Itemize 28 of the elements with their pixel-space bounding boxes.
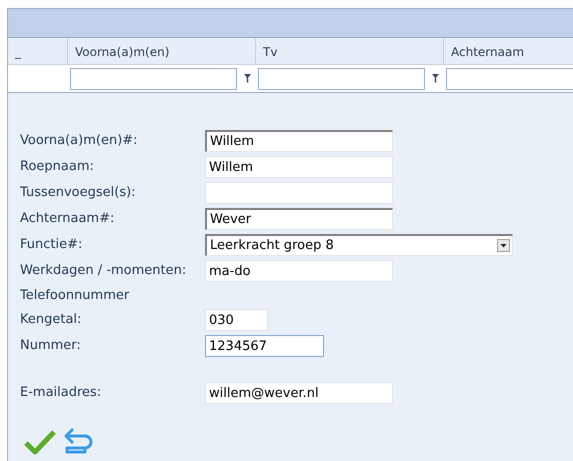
- field-label: Nummer:: [20, 337, 82, 356]
- text-field[interactable]: Wever: [205, 208, 393, 230]
- text-field[interactable]: 1234567: [205, 335, 324, 357]
- field-label: Werkdagen / -momenten:: [20, 262, 188, 280]
- filter-field[interactable]: [258, 68, 425, 90]
- column-header[interactable]: Voorna(a)m(en): [68, 38, 256, 64]
- field-label: Roepnaam:: [20, 158, 95, 176]
- text-field[interactable]: ma-do: [205, 260, 393, 282]
- field-label: Tussenvoegsel(s):: [20, 184, 137, 202]
- field-label: Functie#:: [20, 236, 84, 254]
- filter-field[interactable]: [70, 68, 237, 90]
- section-heading: Telefoonnummer: [20, 286, 130, 305]
- filter-field[interactable]: [446, 68, 573, 90]
- select-field[interactable]: Leerkracht groep 8: [205, 234, 513, 256]
- filter-icon[interactable]: [432, 74, 439, 83]
- field-label: Voorna(a)m(en)#:: [20, 132, 139, 150]
- filter-icon[interactable]: [244, 74, 251, 83]
- column-header[interactable]: Achternaam: [444, 38, 573, 64]
- field-label: Achternaam#:: [20, 210, 116, 228]
- field-label: E-mailadres:: [20, 384, 102, 402]
- text-field[interactable]: 030: [205, 309, 268, 331]
- text-field[interactable]: [205, 182, 393, 204]
- text-field[interactable]: Willem: [205, 130, 393, 152]
- column-header[interactable]: Tv: [256, 38, 444, 64]
- field-label: Kengetal:: [20, 311, 82, 330]
- column-header[interactable]: _: [8, 38, 68, 64]
- text-field[interactable]: Willem: [205, 156, 393, 178]
- text-field[interactable]: willem@wever.nl: [205, 382, 393, 404]
